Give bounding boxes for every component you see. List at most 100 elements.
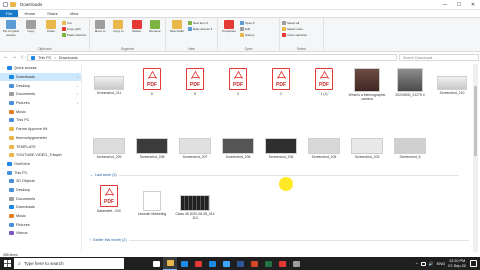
back-button[interactable]: ←	[3, 55, 9, 61]
file-tile[interactable]: Screenshot_208	[132, 138, 172, 159]
ribbon-small-button[interactable]: Select all	[282, 21, 307, 25]
file-tile[interactable]: Linkedin Marketing	[132, 191, 172, 216]
ribbon-button-icon	[224, 20, 234, 29]
ribbon-small-button[interactable]: Cut	[62, 21, 86, 25]
file-tile[interactable]: Screenshot_204	[304, 138, 344, 159]
nav-item[interactable]: Documents ⊥	[0, 90, 81, 99]
excel-icon[interactable]	[261, 257, 275, 270]
file-tile[interactable]: PDF 6	[132, 68, 172, 96]
windows-logo-icon	[3, 260, 11, 267]
ribbon-small-button[interactable]: New item ▾	[188, 21, 212, 25]
file-name: 4	[237, 92, 239, 96]
ribbon-small-button[interactable]: Invert selection	[282, 33, 307, 37]
nav-item[interactable]: thermohygrometer	[0, 134, 81, 143]
nav-item-label: Music	[16, 214, 26, 219]
nav-item[interactable]: Desktop ⊥	[0, 81, 81, 90]
nav-item[interactable]: YOUTUBE VIDEO_Trilayer	[0, 151, 81, 160]
file-tile[interactable]: PDF 2	[261, 68, 301, 96]
file-tile[interactable]: PDF 5	[175, 68, 215, 96]
tab-file[interactable]: File	[0, 10, 19, 17]
ribbon-small-button[interactable]: Edit	[240, 27, 255, 31]
file-tile[interactable]: Screenshot_207	[175, 138, 215, 159]
properties-quick-icon[interactable]	[3, 2, 8, 7]
file-tile[interactable]: Class 48 2020-08-05_014 113	[175, 195, 215, 220]
language-indicator[interactable]: ENG	[437, 261, 446, 266]
close-button[interactable]: ✕	[466, 0, 480, 10]
vertical-scrollbar[interactable]	[473, 64, 478, 252]
powerpoint-icon[interactable]	[247, 257, 261, 270]
nav-item[interactable]: Farme Approve Kit	[0, 125, 81, 134]
nav-item[interactable]: Music	[0, 212, 81, 221]
nav-item[interactable]: Desktop	[0, 186, 81, 195]
file-tile[interactable]: Screenshot_210	[432, 76, 472, 95]
chevron-icon[interactable]: ⌄	[2, 66, 5, 70]
nav-item[interactable]: Downloads ⊥	[0, 72, 81, 82]
nav-item[interactable]: Music	[0, 107, 81, 116]
volume-icon[interactable]: 🔊	[429, 261, 434, 266]
store-icon[interactable]	[205, 257, 219, 270]
nav-item[interactable]: Pictures ⊥	[0, 99, 81, 108]
chevron-icon[interactable]: ⌄	[2, 171, 5, 175]
nav-item[interactable]: ⌄ Quick access	[0, 64, 81, 73]
ribbon-small-button[interactable]: Easy access ▾	[188, 27, 212, 31]
breadcrumb-downloads[interactable]: Downloads	[59, 56, 78, 60]
file-tile[interactable]: What is a thermographic camera	[347, 68, 387, 101]
file-tile[interactable]: PDF 4	[218, 68, 258, 96]
section-header-earlier[interactable]: › Earlier this month (2)	[90, 238, 469, 242]
file-name: Screenshot_211	[96, 91, 122, 95]
file-tile[interactable]: Screenshot_205	[261, 138, 301, 159]
ribbon-small-button[interactable]: Open ▾	[240, 21, 255, 25]
tray-chevron-icon[interactable]: ^	[416, 261, 418, 266]
file-tile[interactable]: PDF 1 (1)	[304, 68, 344, 96]
nav-item[interactable]: ⌄ This PC	[0, 168, 81, 177]
file-tile[interactable]: 20200830_21275 4	[390, 68, 430, 97]
nav-item[interactable]: TEMPLATE	[0, 142, 81, 151]
tab-home[interactable]: Home	[18, 10, 41, 17]
breadcrumb-this-pc[interactable]: This PC	[38, 56, 52, 60]
tab-share[interactable]: Share	[41, 10, 64, 17]
nav-item[interactable]: Videos	[0, 229, 81, 238]
search-input[interactable]: Search Downloads	[399, 54, 479, 61]
notification-center-icon[interactable]	[470, 260, 477, 267]
file-explorer-icon[interactable]	[163, 257, 177, 270]
ribbon-small-button[interactable]: Paste shortcut	[62, 33, 86, 37]
folder-icon	[9, 153, 14, 158]
forward-button[interactable]: →	[11, 55, 17, 61]
tab-view[interactable]: View	[64, 10, 85, 17]
nav-item[interactable]: Downloads	[0, 203, 81, 212]
nav-item[interactable]: 3D Objects	[0, 177, 81, 186]
clock[interactable]: 12:20 PM 07-Sep-20	[448, 259, 466, 268]
file-tile[interactable]: Screenshot_6	[390, 138, 430, 159]
photos-icon[interactable]	[219, 257, 233, 270]
edge-icon[interactable]	[177, 257, 191, 270]
file-tile[interactable]: Screenshot_211	[89, 76, 129, 95]
ribbon-small-button[interactable]: Copy path	[62, 27, 86, 31]
chevron-icon[interactable]: ›	[2, 162, 5, 166]
task-view-icon[interactable]	[149, 257, 163, 270]
nav-item[interactable]: Documents	[0, 194, 81, 203]
maximize-button[interactable]: ☐	[452, 0, 466, 10]
settings-icon[interactable]	[289, 257, 303, 270]
word-icon[interactable]	[233, 257, 247, 270]
section-header-last-week[interactable]: ⌄ Last week (3)	[90, 173, 459, 177]
new-folder-quick-icon[interactable]	[10, 2, 16, 7]
taskbar-search-input[interactable]: ⌕ Type here to search	[14, 258, 124, 269]
up-button[interactable]: ↑	[19, 55, 25, 61]
file-tile[interactable]: Screenshot_209	[89, 138, 129, 159]
nav-item[interactable]: This PC	[0, 116, 81, 125]
address-bar[interactable]: This PC › Downloads	[27, 54, 397, 61]
nav-item[interactable]: › OneDrive	[0, 160, 81, 169]
acrobat-icon[interactable]	[275, 257, 289, 270]
ribbon-small-button[interactable]: History	[240, 33, 255, 37]
start-button[interactable]	[0, 257, 14, 270]
ribbon-small-button[interactable]: Select none	[282, 27, 307, 31]
chrome-icon[interactable]	[191, 257, 205, 270]
file-tile[interactable]: Screenshot_203	[347, 138, 387, 159]
file-tile[interactable]: PDF Datasheet - INC	[89, 185, 129, 213]
scrollbar-thumb[interactable]	[474, 86, 477, 156]
network-icon[interactable]	[420, 261, 426, 266]
nav-item[interactable]: Pictures	[0, 220, 81, 229]
navigation-pane: ⌄ Quick access Downloads ⊥ Desktop ⊥ Documents…	[0, 64, 82, 252]
file-tile[interactable]: Screenshot_206	[218, 138, 258, 159]
minimize-button[interactable]: —	[438, 0, 452, 10]
